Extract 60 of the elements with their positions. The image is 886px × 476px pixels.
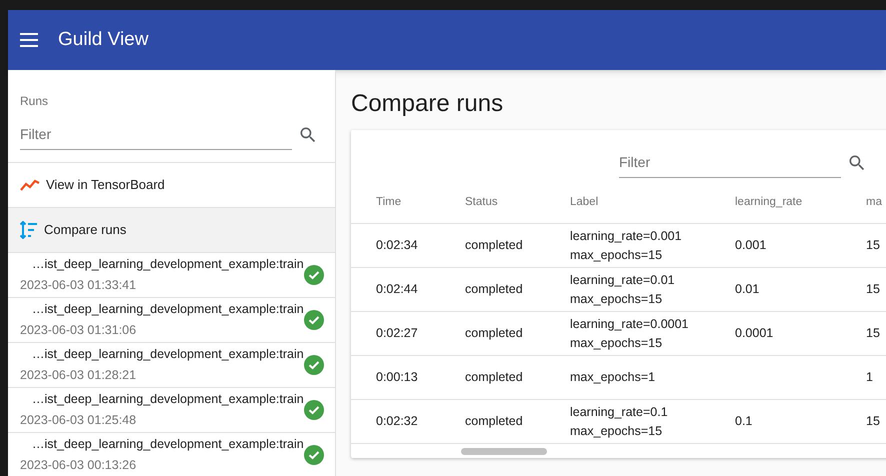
table-cell: 15 bbox=[866, 282, 880, 296]
table-cell: 15 bbox=[866, 238, 880, 252]
sidebar-heading: Runs bbox=[20, 93, 50, 110]
menu-icon[interactable] bbox=[20, 33, 38, 47]
label-line: max_epochs=15 bbox=[570, 246, 664, 264]
table-cell: 0:02:44 bbox=[376, 282, 418, 296]
table-cell: 0:02:34 bbox=[376, 238, 418, 252]
table-cell: 0:02:27 bbox=[376, 326, 418, 340]
run-time: 2023-06-03 01:25:48 bbox=[20, 412, 138, 429]
table-cell: 0:00:13 bbox=[376, 370, 418, 384]
table-cell: completed bbox=[465, 238, 523, 252]
run-time: 2023-06-03 01:28:21 bbox=[20, 367, 138, 384]
table-cell: 0.1 bbox=[735, 414, 752, 428]
run-time: 2023-06-03 00:13:26 bbox=[20, 457, 138, 474]
app-title: Guild View bbox=[58, 28, 148, 52]
column-header[interactable]: Label bbox=[570, 196, 598, 208]
run-time: 2023-06-03 01:31:06 bbox=[20, 322, 138, 339]
table-cell: 15 bbox=[866, 414, 880, 428]
run-name: …ist_deep_learning_development_example:train bbox=[31, 346, 304, 364]
scrollbar-thumb[interactable] bbox=[461, 448, 547, 454]
label-line: learning_rate=0.1 bbox=[570, 404, 669, 421]
run-name: …ist_deep_learning_development_example:train bbox=[31, 256, 304, 274]
table-cell: 1 bbox=[866, 370, 873, 384]
table-cell: completed bbox=[465, 282, 523, 296]
column-header[interactable]: Time bbox=[376, 196, 402, 208]
run-item[interactable]: …ist_deep_learning_development_example:train 2023-06-03 01:31:06 bbox=[8, 297, 335, 342]
line-chart-icon bbox=[20, 179, 40, 191]
run-item[interactable]: …ist_deep_learning_development_example:train 2023-06-03 00:13:26 bbox=[8, 432, 335, 476]
run-name: …ist_deep_learning_development_example:train bbox=[31, 391, 304, 408]
run-item[interactable]: …ist_deep_learning_development_example:train 2023-06-03 01:25:48 bbox=[8, 387, 335, 432]
table-cell: completed bbox=[465, 370, 523, 384]
table-filter-field[interactable]: Filter bbox=[619, 148, 841, 178]
search-icon[interactable] bbox=[298, 125, 318, 145]
table-cell: 15 bbox=[866, 326, 880, 340]
search-icon[interactable] bbox=[847, 153, 867, 173]
table-cell: 0.0001 bbox=[735, 326, 774, 340]
table-cell: 0.01 bbox=[735, 282, 760, 296]
label-line: learning_rate=0.01 bbox=[570, 272, 676, 289]
column-header[interactable]: Status bbox=[465, 196, 498, 208]
label-line: max_epochs=15 bbox=[570, 290, 664, 308]
column-header[interactable]: learning_rate bbox=[735, 196, 802, 208]
label-line: learning_rate=0.001 bbox=[570, 228, 683, 245]
label-line: max_epochs=15 bbox=[570, 334, 664, 352]
column-header[interactable]: ma bbox=[866, 196, 882, 208]
nav-item[interactable]: Compare runs bbox=[8, 207, 335, 252]
table-cell: 0:02:32 bbox=[376, 414, 418, 428]
table-cell: 0.001 bbox=[735, 238, 766, 252]
sort-icon bbox=[20, 221, 38, 239]
run-item[interactable]: …ist_deep_learning_development_example:train 2023-06-03 01:28:21 bbox=[8, 342, 335, 387]
label-line: max_epochs=1 bbox=[570, 369, 656, 386]
run-item[interactable]: …ist_deep_learning_development_example:train 2023-06-03 01:33:41 bbox=[8, 252, 335, 297]
run-name: …ist_deep_learning_development_example:train bbox=[31, 301, 304, 318]
label-line: learning_rate=0.0001 bbox=[570, 316, 690, 333]
run-time: 2023-06-03 01:33:41 bbox=[20, 277, 138, 294]
label-line: max_epochs=15 bbox=[570, 422, 664, 440]
table-cell: completed bbox=[465, 414, 523, 428]
page-title: Compare runs bbox=[351, 89, 504, 119]
table-cell: completed bbox=[465, 326, 523, 340]
run-name: …ist_deep_learning_development_example:train bbox=[31, 436, 304, 454]
filter-field[interactable]: Filter bbox=[20, 120, 292, 150]
